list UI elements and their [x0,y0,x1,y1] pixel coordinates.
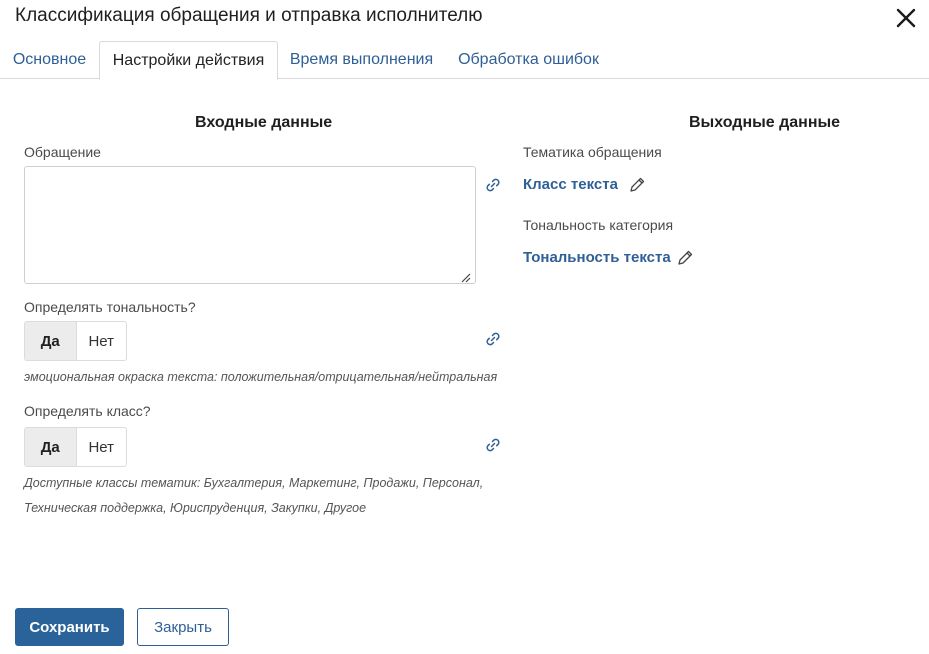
dialog-title: Классификация обращения и отправка испол… [15,5,483,26]
close-button[interactable]: Закрыть [137,608,229,646]
class-toggle: Да Нет [24,427,127,467]
pencil-icon[interactable] [676,249,694,267]
tonality-value-link[interactable]: Тональность текста [523,249,671,266]
class-label: Определять класс? [24,403,151,419]
save-button[interactable]: Сохранить [15,608,124,646]
dialog-header: Классификация обращения и отправка испол… [0,0,929,40]
tab-action-settings[interactable]: Настройки действия [99,41,278,80]
tone-yes-option[interactable]: Да [25,322,76,360]
tab-bar: Основное Настройки действия Время выполн… [0,41,929,80]
tone-toggle: Да Нет [24,321,127,361]
input-section-title: Входные данные [195,114,333,131]
link-icon[interactable] [484,176,502,194]
close-icon[interactable] [893,5,919,31]
pencil-icon[interactable] [628,176,646,194]
tab-execution-time[interactable]: Время выполнения [283,41,440,79]
class-hint-line1: Доступные классы тематик: Бухгалтерия, М… [24,476,484,490]
topic-label: Тематика обращения [523,144,662,160]
tab-error-handling[interactable]: Обработка ошибок [450,41,607,79]
request-textarea[interactable] [24,166,476,284]
tonality-label: Тональность категория [523,217,674,233]
tone-label: Определять тональность? [24,299,196,315]
tone-no-option[interactable]: Нет [75,322,127,360]
class-no-option[interactable]: Нет [75,428,127,466]
request-label: Обращение [24,144,101,160]
class-yes-option[interactable]: Да [25,428,76,466]
link-icon[interactable] [484,436,502,454]
tone-hint: эмоциональная окраска текста: положитель… [24,370,498,384]
output-section-title: Выходные данные [689,114,841,131]
tab-main[interactable]: Основное [4,41,95,79]
class-hint-line2: Техническая поддержка, Юриспруденция, За… [24,501,367,515]
link-icon[interactable] [484,330,502,348]
topic-value-link[interactable]: Класс текста [523,176,618,193]
resize-handle-icon[interactable] [461,270,471,283]
